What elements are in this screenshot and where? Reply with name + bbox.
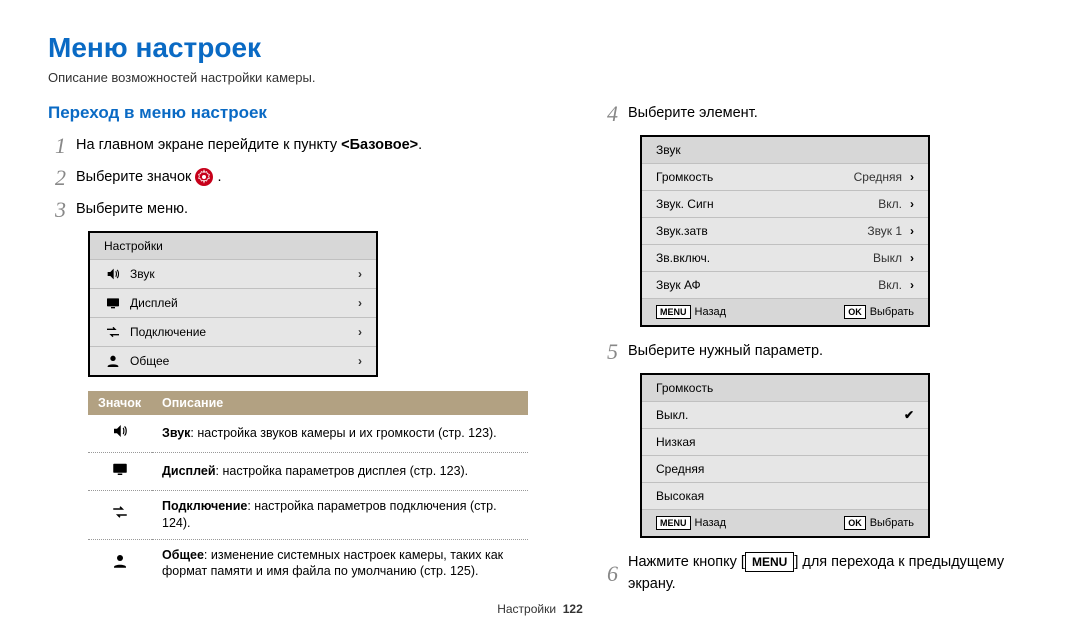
sound-row-start[interactable]: Зв.включ.Выкл›	[642, 244, 928, 271]
general-icon	[104, 353, 122, 369]
volume-option-off[interactable]: Выкл.✔	[642, 401, 928, 428]
step-number-1: 1	[48, 135, 66, 157]
menu-item-sound[interactable]: Звук ›	[90, 259, 376, 288]
device-sound-menu: Звук ГромкостьСредняя› Звук. СигнВкл.› З…	[640, 135, 930, 327]
general-icon	[111, 559, 129, 573]
step-number-3: 3	[48, 199, 66, 221]
page-description: Описание возможностей настройки камеры.	[48, 70, 1032, 85]
settings-icon	[195, 168, 213, 186]
chevron-right-icon: ›	[358, 296, 362, 310]
step-number-5: 5	[600, 341, 618, 363]
chevron-right-icon: ›	[910, 251, 914, 265]
menu-badge: MENU	[656, 305, 691, 319]
table-row: Общее: изменение системных настроек каме…	[88, 539, 528, 587]
step-1-text: На главном экране перейдите к пункту <Ба…	[76, 135, 422, 157]
sound-icon	[104, 266, 122, 282]
sound-icon	[111, 429, 129, 443]
chevron-right-icon: ›	[358, 325, 362, 339]
back-label: Назад	[695, 517, 727, 529]
volume-option-low[interactable]: Низкая	[642, 428, 928, 455]
device-menu-title: Настройки	[90, 233, 376, 259]
device-settings-menu: Настройки Звук › Дисплей ›	[88, 231, 378, 377]
volume-menu-title: Громкость	[656, 381, 713, 395]
step-2-text: Выберите значок .	[76, 167, 222, 189]
step-6: 6 Нажмите кнопку [MENU] для перехода к п…	[600, 552, 1032, 596]
menu-badge: MENU	[656, 516, 691, 530]
table-row: Дисплей: настройка параметров дисплея (с…	[88, 452, 528, 490]
select-label: Выбрать	[870, 517, 914, 529]
connection-icon	[104, 324, 122, 340]
page-title: Меню настроек	[48, 32, 1032, 64]
display-icon	[111, 467, 129, 481]
page-footer: Настройки 122	[0, 602, 1080, 616]
chevron-right-icon: ›	[358, 267, 362, 281]
ok-badge: OK	[844, 516, 866, 530]
step-3-text: Выберите меню.	[76, 199, 188, 221]
sound-row-volume[interactable]: ГромкостьСредняя›	[642, 163, 928, 190]
volume-option-high[interactable]: Высокая	[642, 482, 928, 509]
chevron-right-icon: ›	[910, 278, 914, 292]
volume-option-medium[interactable]: Средняя	[642, 455, 928, 482]
table-row: Подключение: настройка параметров подклю…	[88, 490, 528, 539]
sound-row-af[interactable]: Звук АФВкл.›	[642, 271, 928, 298]
step-number-4: 4	[600, 103, 618, 125]
sound-menu-title: Звук	[656, 143, 914, 157]
left-column: Переход в меню настроек 1 На главном экр…	[48, 103, 528, 606]
check-icon: ✔	[904, 408, 914, 422]
step-4: 4 Выберите элемент.	[600, 103, 1032, 125]
menu-item-general[interactable]: Общее ›	[90, 346, 376, 375]
table-header-desc: Описание	[152, 391, 528, 415]
connection-icon	[111, 510, 129, 524]
step-number-2: 2	[48, 167, 66, 189]
menu-item-connection[interactable]: Подключение ›	[90, 317, 376, 346]
step-6-text: Нажмите кнопку [MENU] для перехода к пре…	[628, 552, 1032, 596]
section-title: Переход в меню настроек	[48, 103, 528, 123]
step-number-6: 6	[600, 563, 618, 585]
chevron-right-icon: ›	[358, 354, 362, 368]
back-label: Назад	[695, 306, 727, 318]
sound-row-beep[interactable]: Звук. СигнВкл.›	[642, 190, 928, 217]
select-label: Выбрать	[870, 306, 914, 318]
chevron-right-icon: ›	[910, 197, 914, 211]
menu-item-display[interactable]: Дисплей ›	[90, 288, 376, 317]
right-column: 4 Выберите элемент. Звук ГромкостьСредня…	[600, 103, 1032, 606]
chevron-right-icon: ›	[910, 170, 914, 184]
table-row: Звук: настройка звуков камеры и их громк…	[88, 415, 528, 452]
menu-key: MENU	[745, 552, 794, 572]
display-icon	[104, 295, 122, 311]
table-header-icon: Значок	[88, 391, 152, 415]
device-volume-menu: Громкость Выкл.✔ Низкая Средняя Высокая …	[640, 373, 930, 538]
sound-row-shutter[interactable]: Звук.затвЗвук 1›	[642, 217, 928, 244]
icon-description-table: Значок Описание Звук: настройка звуков к…	[88, 391, 528, 587]
step-5-text: Выберите нужный параметр.	[628, 341, 823, 363]
step-1: 1 На главном экране перейдите к пункту <…	[48, 135, 528, 157]
step-3: 3 Выберите меню.	[48, 199, 528, 221]
step-4-text: Выберите элемент.	[628, 103, 758, 125]
step-5: 5 Выберите нужный параметр.	[600, 341, 1032, 363]
step-2: 2 Выберите значок .	[48, 167, 528, 189]
chevron-right-icon: ›	[910, 224, 914, 238]
ok-badge: OK	[844, 305, 866, 319]
